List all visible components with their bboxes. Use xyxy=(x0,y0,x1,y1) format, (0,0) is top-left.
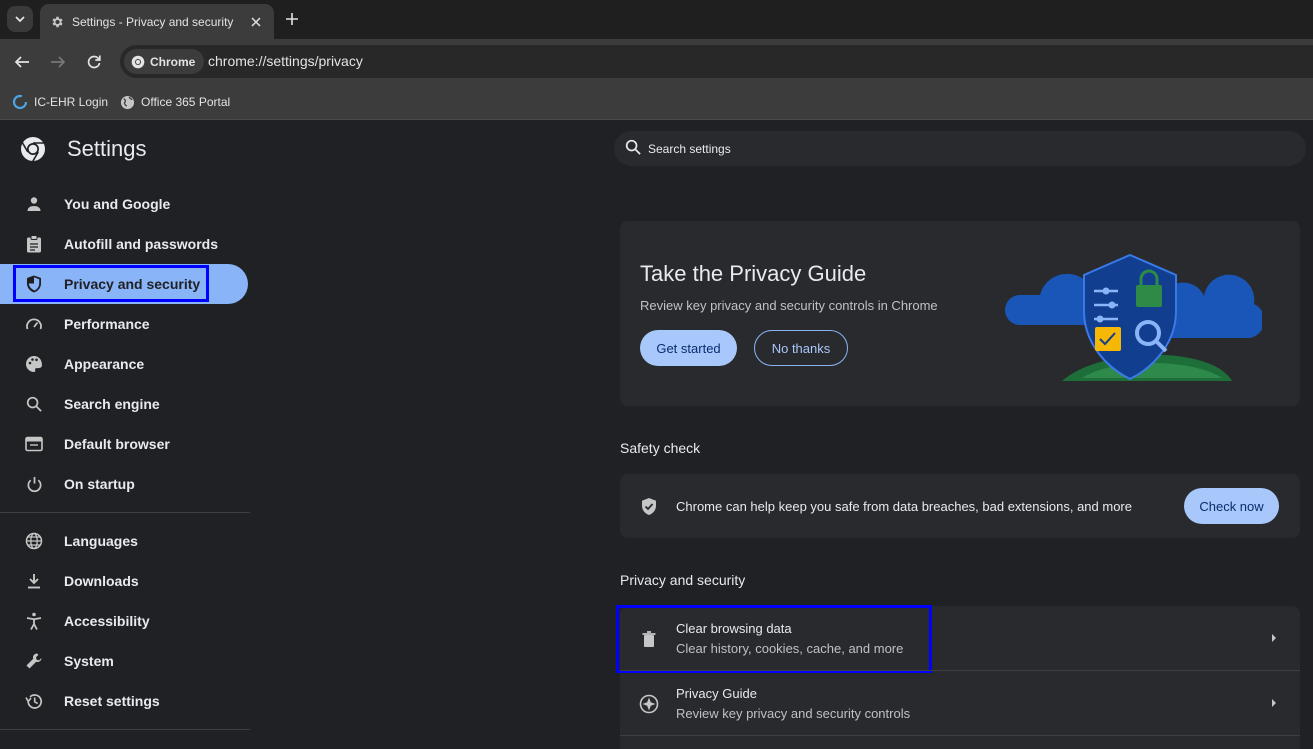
sidebar-item-label: Search engine xyxy=(64,396,160,412)
history-icon xyxy=(24,691,44,711)
sidebar-item-label: Autofill and passwords xyxy=(64,236,219,252)
bookmark-ic-ehr[interactable]: IC-EHR Login xyxy=(12,91,108,113)
sidebar-item-on-startup[interactable]: On startup xyxy=(0,464,250,504)
address-bar[interactable]: Chrome chrome://settings/privacy xyxy=(120,45,1313,78)
new-tab-button[interactable] xyxy=(282,9,302,29)
shield-check-icon xyxy=(642,498,656,515)
privacy-guide-subtitle: Review key privacy and security controls… xyxy=(640,298,938,313)
sidebar-item-label: Languages xyxy=(64,533,138,549)
safety-check-heading: Safety check xyxy=(620,440,701,456)
bookmarks-bar: IC-EHR Login Office 365 Portal xyxy=(0,84,1313,120)
plus-icon xyxy=(286,13,298,25)
sidebar-item-label: System xyxy=(64,653,114,669)
ring-icon xyxy=(12,94,28,110)
sidebar-divider xyxy=(0,512,250,513)
sidebar-item-default-browser[interactable]: Default browser xyxy=(0,424,250,464)
forward-button[interactable] xyxy=(47,51,69,73)
tab-strip: Settings - Privacy and security xyxy=(0,0,1313,39)
sidebar-item-label: Downloads xyxy=(64,573,139,589)
bookmark-label: IC-EHR Login xyxy=(34,95,109,109)
row-subtitle: Review key privacy and security controls xyxy=(676,706,911,721)
clipboard-icon xyxy=(24,234,44,254)
privacy-section-card: Clear browsing data Clear history, cooki… xyxy=(616,605,1300,749)
row-title: Privacy Guide xyxy=(676,686,757,701)
sidebar-divider xyxy=(0,729,250,730)
highlight-box xyxy=(13,265,209,302)
safety-check-card: Chrome can help keep you safe from data … xyxy=(620,474,1300,538)
sidebar-item-system[interactable]: System xyxy=(0,641,250,681)
sidebar-item-reset-settings[interactable]: Reset settings xyxy=(0,681,250,721)
get-started-button[interactable]: Get started xyxy=(640,330,737,366)
globe-icon xyxy=(120,95,135,109)
search-icon xyxy=(625,139,641,155)
privacy-guide-title: Take the Privacy Guide xyxy=(640,261,867,286)
search-icon xyxy=(24,394,44,414)
sidebar: You and Google Autofill and passwords Pr… xyxy=(0,184,250,738)
sidebar-item-label: Default browser xyxy=(64,436,170,452)
gear-icon xyxy=(52,16,63,27)
reload-button[interactable] xyxy=(83,51,105,73)
search-settings-box[interactable] xyxy=(614,131,1306,166)
privacy-section-heading: Privacy and security xyxy=(620,572,746,588)
no-thanks-button[interactable]: No thanks xyxy=(754,330,848,366)
sidebar-item-label: Performance xyxy=(64,316,150,332)
privacy-guide-row[interactable]: Privacy Guide Review key privacy and sec… xyxy=(620,671,1300,736)
chrome-icon xyxy=(131,55,145,68)
sidebar-item-accessibility[interactable]: Accessibility xyxy=(0,601,250,641)
tab-title: Settings - Privacy and security xyxy=(72,14,234,29)
speedometer-icon xyxy=(24,314,44,334)
site-info-chip[interactable]: Chrome xyxy=(124,49,205,74)
page-title: Settings xyxy=(67,136,147,161)
accessibility-icon xyxy=(24,611,44,631)
toolbar: Chrome chrome://settings/privacy xyxy=(0,39,1313,84)
caret-right-icon xyxy=(1272,699,1276,707)
sidebar-item-autofill[interactable]: Autofill and passwords xyxy=(0,224,250,264)
close-icon xyxy=(251,16,261,27)
chrome-logo-icon xyxy=(20,136,46,162)
sidebar-item-appearance[interactable]: Appearance xyxy=(0,344,250,384)
reload-icon xyxy=(87,55,101,69)
sidebar-item-label: On startup xyxy=(64,476,135,492)
chevron-down-icon xyxy=(15,16,25,23)
sidebar-item-privacy[interactable]: Privacy and security xyxy=(0,264,248,304)
privacy-guide-card: Take the Privacy Guide Review key privac… xyxy=(620,221,1300,406)
globe-icon xyxy=(24,531,44,551)
privacy-guide-illustration xyxy=(1005,253,1262,381)
sidebar-item-label: Reset settings xyxy=(64,693,160,709)
arrow-right-icon xyxy=(51,56,66,68)
sidebar-item-search-engine[interactable]: Search engine xyxy=(0,384,250,424)
sidebar-item-label: You and Google xyxy=(64,196,171,212)
check-now-button[interactable]: Check now xyxy=(1184,488,1279,524)
sidebar-item-label: Appearance xyxy=(64,356,145,372)
highlight-box xyxy=(616,605,932,673)
url-text: chrome://settings/privacy xyxy=(208,53,363,69)
browser-window-icon xyxy=(24,434,44,454)
caret-right-icon xyxy=(1272,634,1276,642)
bookmark-label: Office 365 Portal xyxy=(141,95,231,109)
sidebar-item-downloads[interactable]: Downloads xyxy=(0,561,250,601)
arrow-left-icon xyxy=(14,56,29,68)
active-tab[interactable]: Settings - Privacy and security xyxy=(40,4,274,39)
wrench-icon xyxy=(24,651,44,671)
tab-search-button[interactable] xyxy=(7,6,33,32)
search-input[interactable] xyxy=(648,131,1248,166)
palette-icon xyxy=(24,354,44,374)
sidebar-item-performance[interactable]: Performance xyxy=(0,304,250,344)
chip-label: Chrome xyxy=(150,54,196,69)
sidebar-item-label: Accessibility xyxy=(64,613,150,629)
power-icon xyxy=(24,474,44,494)
back-button[interactable] xyxy=(11,51,33,73)
row-divider xyxy=(620,735,1300,736)
safety-check-text: Chrome can help keep you safe from data … xyxy=(676,499,1132,514)
close-tab-button[interactable] xyxy=(246,12,266,32)
person-icon xyxy=(24,194,44,214)
bookmark-office-365[interactable]: Office 365 Portal xyxy=(120,91,230,113)
compass-icon xyxy=(638,693,660,715)
download-icon xyxy=(24,571,44,591)
sidebar-item-languages[interactable]: Languages xyxy=(0,521,250,561)
clear-browsing-data-row[interactable]: Clear browsing data Clear history, cooki… xyxy=(616,605,1300,673)
sidebar-item-you-and-google[interactable]: You and Google xyxy=(0,184,250,224)
